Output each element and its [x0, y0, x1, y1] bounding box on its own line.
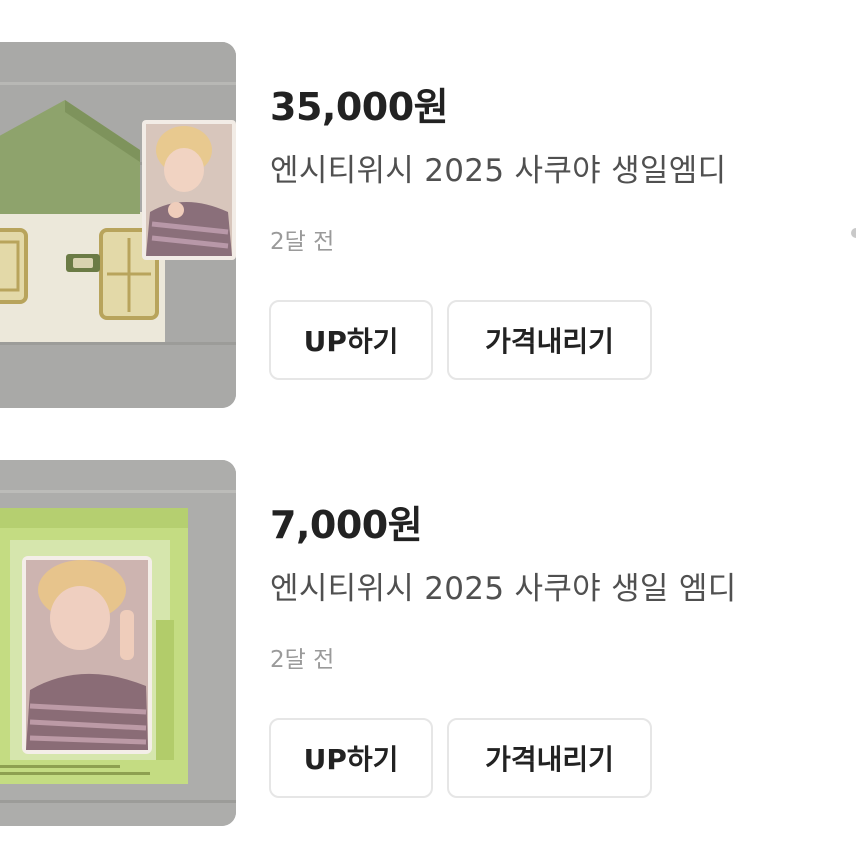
product-title[interactable]: 엔시티위시 2025 사쿠야 생일엠디: [270, 145, 726, 190]
product-photo-card: [0, 460, 236, 826]
up-button[interactable]: UP하기: [269, 718, 433, 798]
lower-price-button[interactable]: 가격내리기: [447, 718, 652, 798]
posted-time: 2달 전: [270, 647, 335, 673]
product-price: 35,000원: [270, 85, 449, 129]
lower-price-button[interactable]: 가격내리기: [447, 300, 652, 380]
product-photo-pouch: [0, 42, 236, 408]
more-indicator-icon: [851, 228, 856, 238]
product-list-item[interactable]: 35,000원 엔시티위시 2025 사쿠야 생일엠디 2달 전 UP하기 가격…: [0, 42, 856, 412]
product-list-item[interactable]: 7,000원 엔시티위시 2025 사쿠야 생일 엠디 2달 전 UP하기 가격…: [0, 460, 856, 830]
product-thumbnail[interactable]: [0, 42, 236, 408]
posted-time: 2달 전: [270, 229, 335, 255]
product-title[interactable]: 엔시티위시 2025 사쿠야 생일 엠디: [270, 563, 737, 608]
product-price: 7,000원: [270, 503, 423, 547]
up-button[interactable]: UP하기: [269, 300, 433, 380]
product-thumbnail[interactable]: [0, 460, 236, 826]
